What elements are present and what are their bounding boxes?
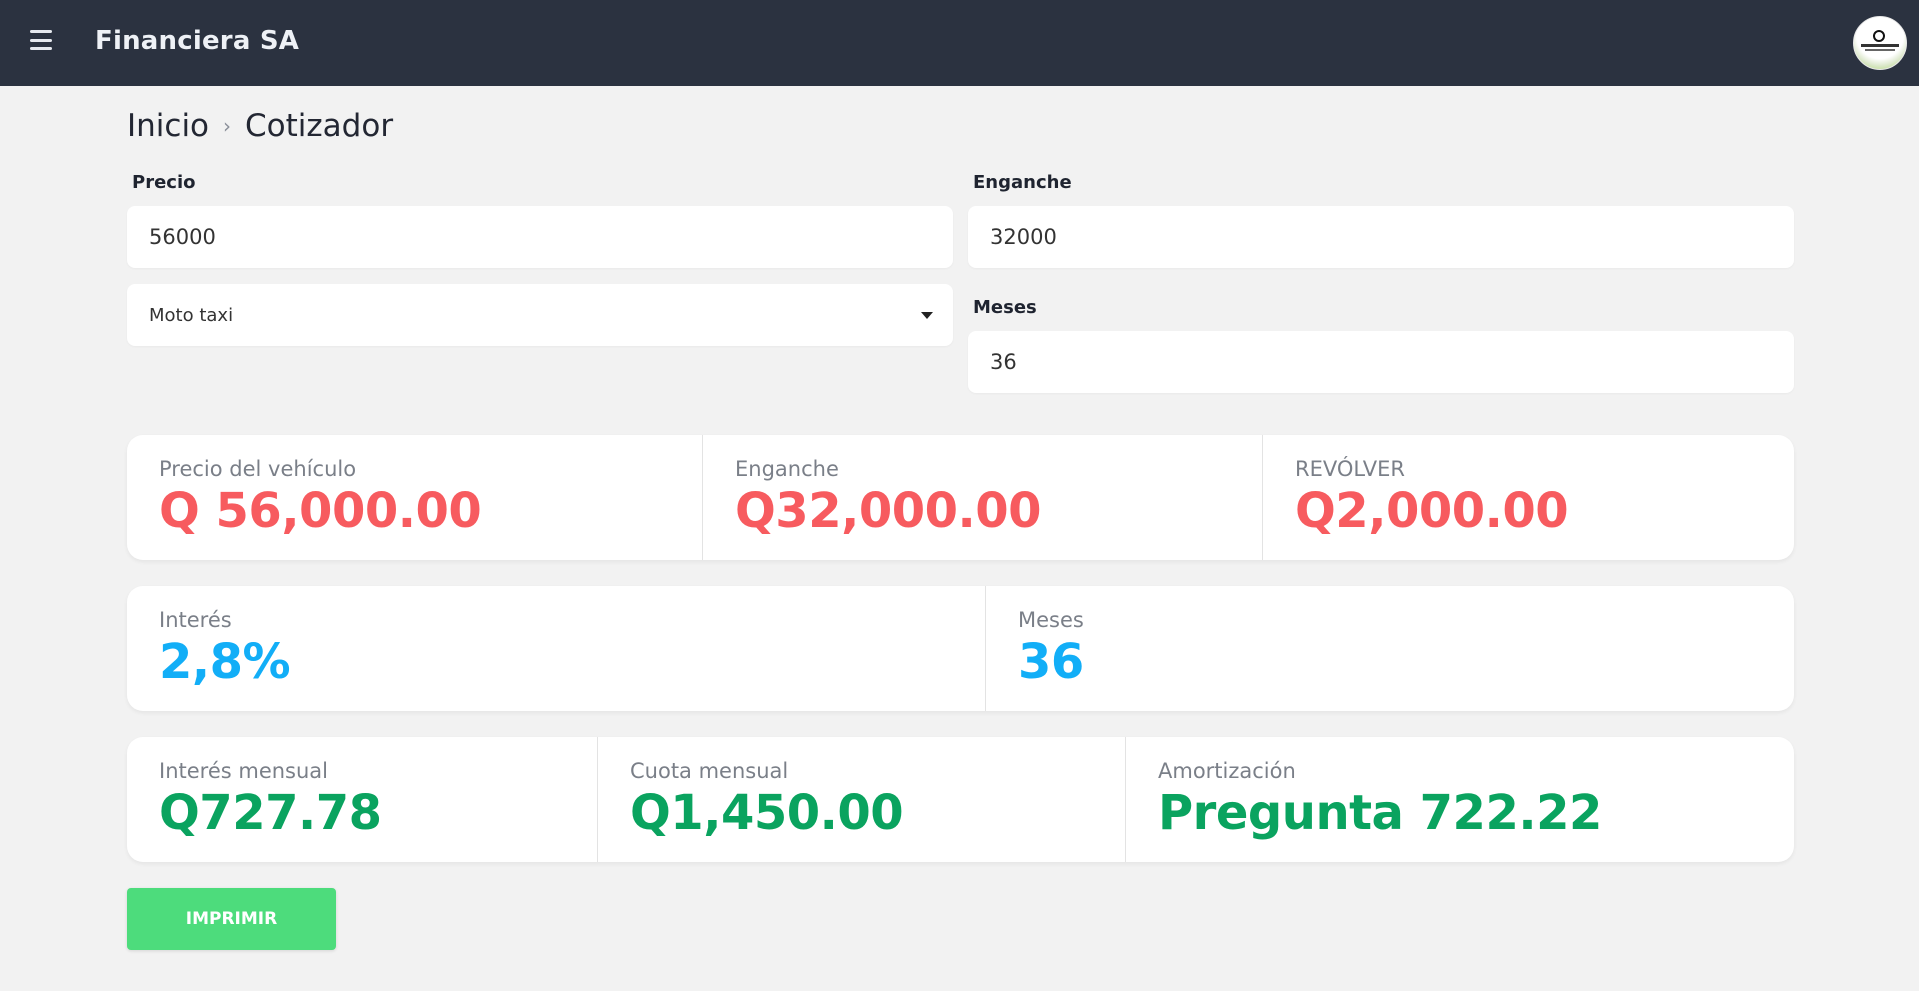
meses-input[interactable]: 36 (968, 331, 1794, 393)
summary-precio-label: Precio del vehículo (159, 457, 357, 481)
top-app-bar: Financiera SA (0, 0, 1919, 86)
meses-input-value: 36 (990, 350, 1017, 374)
summary-amortizacion: Amortización Pregunta 722.22 (1125, 737, 1794, 862)
breadcrumb: Inicio › Cotizador (127, 108, 393, 144)
summary-revolver: REVÓLVER Q2,000.00 (1262, 435, 1794, 560)
summary-interes-value: 2,8% (159, 634, 291, 690)
precio-input-value: 56000 (149, 225, 216, 249)
summary-card-payments: Interés mensual Q727.78 Cuota mensual Q1… (127, 737, 1794, 862)
summary-amortizacion-label: Amortización (1158, 759, 1296, 783)
summary-interes-mensual: Interés mensual Q727.78 (127, 737, 597, 862)
meses-label: Meses (973, 297, 1037, 318)
precio-label: Precio (132, 172, 196, 193)
avatar[interactable] (1853, 16, 1907, 70)
enganche-input-value: 32000 (990, 225, 1057, 249)
summary-enganche-value: Q32,000.00 (735, 483, 1042, 539)
enganche-label: Enganche (973, 172, 1072, 193)
print-button[interactable]: IMPRIMIR (127, 888, 336, 950)
summary-cuota-value: Q1,450.00 (630, 785, 904, 841)
precio-input[interactable]: 56000 (127, 206, 953, 268)
breadcrumb-home[interactable]: Inicio (127, 108, 209, 144)
logo-subtext-bar (1865, 49, 1895, 51)
vehicle-type-value: Moto taxi (149, 304, 234, 326)
summary-amortizacion-value: Pregunta 722.22 (1158, 785, 1602, 841)
summary-enganche-label: Enganche (735, 457, 839, 481)
summary-revolver-label: REVÓLVER (1295, 457, 1406, 481)
summary-meses-label: Meses (1018, 608, 1084, 632)
summary-interes-mensual-value: Q727.78 (159, 785, 382, 841)
summary-card-prices: Precio del vehículo Q 56,000.00 Enganche… (127, 435, 1794, 560)
summary-meses-value: 36 (1018, 634, 1084, 690)
chevron-down-icon (921, 312, 933, 319)
chevron-right-icon: › (223, 114, 232, 138)
summary-enganche: Enganche Q32,000.00 (702, 435, 1262, 560)
vehicle-type-select[interactable]: Moto taxi (127, 284, 953, 346)
summary-revolver-value: Q2,000.00 (1295, 483, 1569, 539)
company-logo-icon (1873, 30, 1885, 42)
app-title: Financiera SA (95, 26, 300, 56)
enganche-input[interactable]: 32000 (968, 206, 1794, 268)
summary-precio-value: Q 56,000.00 (159, 483, 482, 539)
hamburger-menu-icon[interactable] (30, 30, 52, 50)
summary-precio: Precio del vehículo Q 56,000.00 (127, 435, 702, 560)
breadcrumb-current: Cotizador (245, 108, 394, 144)
summary-card-terms: Interés 2,8% Meses 36 (127, 586, 1794, 711)
summary-cuota: Cuota mensual Q1,450.00 (597, 737, 1125, 862)
summary-meses: Meses 36 (985, 586, 1794, 711)
summary-interes-label: Interés (159, 608, 232, 632)
summary-cuota-label: Cuota mensual (630, 759, 789, 783)
summary-interes-mensual-label: Interés mensual (159, 759, 329, 783)
summary-interes: Interés 2,8% (127, 586, 985, 711)
logo-text-bar (1861, 44, 1899, 47)
